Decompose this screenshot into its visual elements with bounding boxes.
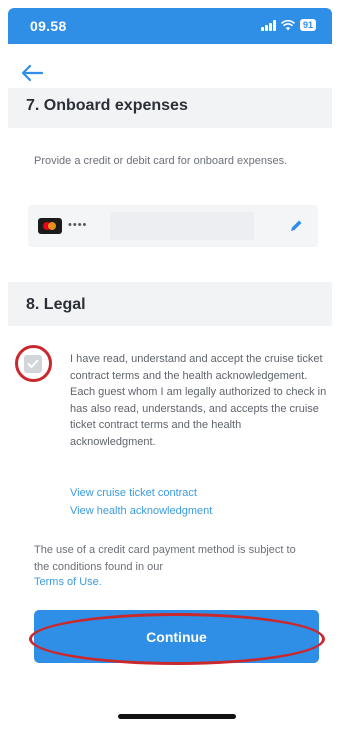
section-title-legal: 8. Legal — [26, 296, 86, 313]
section-title-onboard-expenses: 7. Onboard expenses — [26, 97, 188, 114]
mastercard-icon — [38, 218, 62, 234]
status-time: 09.58 — [30, 18, 67, 34]
payment-notice-text: The use of a credit card payment method … — [34, 544, 296, 573]
legal-consent-text: I have read, understand and accept the c… — [70, 353, 327, 448]
signal-icon — [261, 19, 276, 31]
home-indicator — [118, 714, 236, 719]
view-health-acknowledgment-link[interactable]: View health acknowledgment — [70, 505, 212, 517]
card-masked-number: •••• — [68, 219, 88, 231]
battery-icon: 91 — [299, 19, 316, 31]
onboard-expenses-description: Provide a credit or debit card for onboa… — [34, 155, 288, 167]
wifi-icon — [281, 19, 295, 31]
edit-pencil-icon[interactable] — [288, 218, 304, 234]
status-icons: 91 — [261, 19, 316, 31]
back-arrow-icon[interactable] — [18, 62, 46, 84]
card-number-field — [110, 212, 254, 240]
view-cruise-ticket-contract-link[interactable]: View cruise ticket contract — [70, 487, 197, 499]
payment-card-row[interactable]: •••• — [28, 205, 318, 247]
terms-of-use-link[interactable]: Terms of Use. — [34, 576, 102, 588]
annotation-circle-checkbox — [15, 345, 52, 382]
status-bar: 09.58 91 — [8, 8, 332, 44]
annotation-circle-continue — [29, 613, 325, 665]
